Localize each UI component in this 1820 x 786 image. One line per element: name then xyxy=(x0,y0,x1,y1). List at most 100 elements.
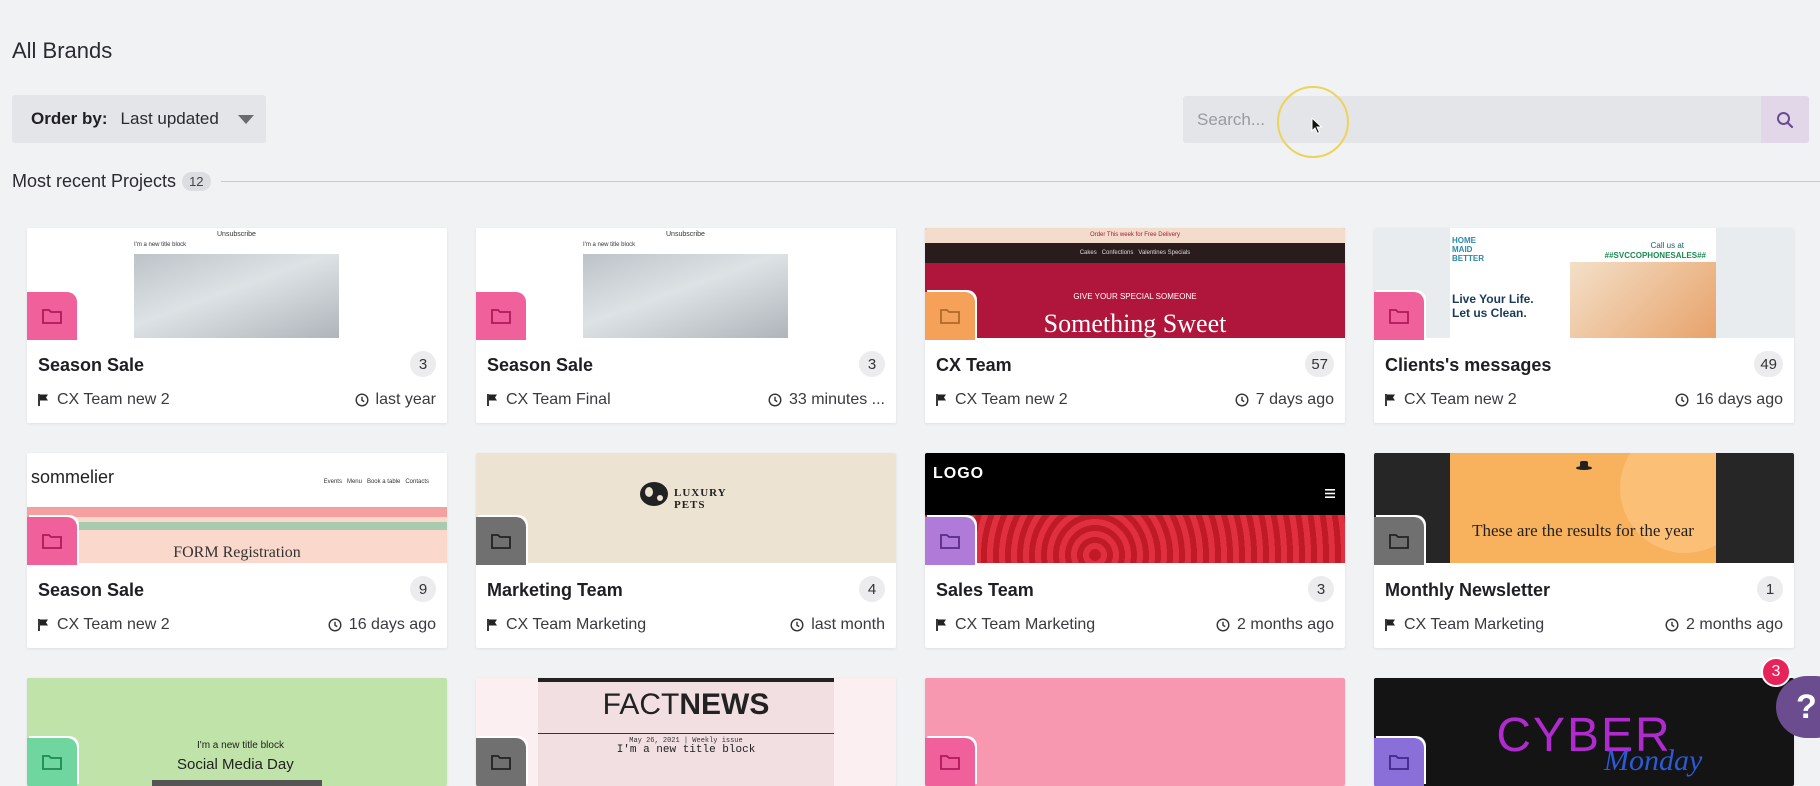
thumb-unsubscribe: Unsubscribe xyxy=(666,231,705,238)
project-updated: 2 months ago xyxy=(1216,616,1334,634)
project-updated: last year xyxy=(355,391,436,409)
project-thumbnail: LUXURY PETS xyxy=(476,453,896,563)
folder-tab xyxy=(27,517,77,565)
project-card[interactable]: HOME MAID BETTER Call us at ##SVCCOPHONE… xyxy=(1374,228,1794,423)
project-item-count: 3 xyxy=(859,351,885,377)
project-title: Marketing Team xyxy=(487,580,623,600)
project-card[interactable]: sommelier Events Menu Book a table Conta… xyxy=(27,453,447,648)
thumb-cyber: CYBER xyxy=(1496,709,1672,762)
thumb-form-reg: FORM Registration xyxy=(173,544,301,561)
thumb-email-body: These are the results for the year xyxy=(1450,453,1716,563)
thumb-logo-text: HOME MAID BETTER xyxy=(1452,236,1484,263)
flag-icon xyxy=(1385,394,1395,406)
thumb-call-us: Call us at xyxy=(1650,241,1684,250)
project-item-count: 57 xyxy=(1305,351,1334,377)
project-thumbnail: These are the results for the year xyxy=(1374,453,1794,563)
thumb-snow-image xyxy=(134,254,339,338)
thumb-sommelier: sommelier xyxy=(31,467,115,487)
search-bar xyxy=(1183,96,1809,143)
project-updated-label: last year xyxy=(375,391,436,408)
project-thumbnail: sommelier Events Menu Book a table Conta… xyxy=(27,453,447,563)
project-updated-label: 16 days ago xyxy=(1695,391,1783,408)
project-team: CX Team new 2 xyxy=(936,391,1068,409)
order-by-dropdown[interactable]: Order by: Last updated xyxy=(12,95,266,143)
project-card[interactable]: Order This week for Free Delivery Cakes … xyxy=(925,228,1345,423)
project-item-count: 1 xyxy=(1757,576,1783,602)
project-thumbnail xyxy=(925,678,1345,786)
thumb-social-media-day: Social Media Day xyxy=(177,756,294,773)
section-divider xyxy=(220,180,1820,182)
project-updated-label: 7 days ago xyxy=(1255,391,1334,408)
folder-tab xyxy=(925,517,975,565)
folder-tab xyxy=(1374,292,1424,340)
flag-icon xyxy=(936,619,946,631)
project-title: Season Sale xyxy=(38,355,145,375)
thumb-monday: Monday xyxy=(1604,744,1703,777)
project-team: CX Team Marketing xyxy=(487,616,646,634)
project-thumbnail: CYBER Monday xyxy=(1374,678,1794,786)
project-item-count: 4 xyxy=(859,576,885,602)
order-by-label: Order by: xyxy=(31,109,108,128)
project-card[interactable] xyxy=(925,678,1345,786)
project-team-label: CX Team Marketing xyxy=(506,616,647,633)
project-updated-label: last month xyxy=(811,616,885,633)
folder-tab xyxy=(476,517,526,565)
project-thumbnail: I'm a new title block Social Media Day xyxy=(27,678,447,786)
folder-icon xyxy=(940,534,960,549)
folder-icon xyxy=(1389,309,1409,324)
thumb-nav-bar: Cakes Confections Valentines Specials xyxy=(925,243,1345,263)
chevron-down-icon xyxy=(238,115,254,124)
project-card[interactable]: CYBER Monday xyxy=(1374,678,1794,786)
project-team-label: CX Team new 2 xyxy=(57,616,170,633)
project-card[interactable]: FACTNEWS May 26, 2021 | Weekly issue I'm… xyxy=(476,678,896,786)
flag-icon xyxy=(1385,619,1395,631)
thumb-unsubscribe: Unsubscribe xyxy=(217,231,256,238)
folder-icon xyxy=(1389,534,1409,549)
notification-badge: 3 xyxy=(1761,657,1791,687)
folder-icon xyxy=(491,309,511,324)
project-team-label: CX Team new 2 xyxy=(955,391,1068,408)
search-input[interactable] xyxy=(1183,96,1761,143)
thumb-delivery-bar: Order This week for Free Delivery xyxy=(925,228,1345,243)
thumb-som-nav: Events Menu Book a table Contacts xyxy=(323,479,429,485)
folder-icon xyxy=(940,309,960,324)
flag-icon xyxy=(487,619,497,631)
project-thumbnail: LOGO xyxy=(925,453,1345,563)
project-card[interactable]: I'm a new title block Social Media Day xyxy=(27,678,447,786)
thumb-factnews: FACTNEWS xyxy=(538,688,834,722)
project-updated: 16 days ago xyxy=(328,616,436,634)
project-item-count: 3 xyxy=(410,351,436,377)
project-updated-label: 2 months ago xyxy=(1237,616,1334,633)
project-card[interactable]: These are the results for the year Month… xyxy=(1374,453,1794,648)
project-team: CX Team Final xyxy=(487,391,611,409)
section-title: Most recent Projects xyxy=(12,170,177,191)
project-card[interactable]: LOGO Sales Team 3 CX Team Marketing 2 mo… xyxy=(925,453,1345,648)
project-card[interactable]: Unsubscribe I'm a new title block Season… xyxy=(476,228,896,423)
project-team-label: CX Team new 2 xyxy=(57,391,170,408)
folder-tab xyxy=(27,738,77,786)
mouse-cursor-icon xyxy=(1311,117,1323,135)
flag-icon xyxy=(38,619,48,631)
folder-icon xyxy=(42,534,62,549)
thumb-phone-tag: ##SVCCOPHONESALES## xyxy=(1604,251,1706,260)
project-team-label: CX Team Marketing xyxy=(1404,616,1545,633)
folder-tab xyxy=(925,292,975,340)
thumb-fact: FACT xyxy=(602,688,680,721)
thumb-email-body: HOME MAID BETTER Call us at ##SVCCOPHONE… xyxy=(1450,228,1716,338)
project-updated: 33 minutes ... xyxy=(768,391,885,409)
thumb-give-special: GIVE YOUR SPECIAL SOMEONE xyxy=(1073,292,1197,301)
thumb-snow-image xyxy=(583,254,788,338)
project-team: CX Team Marketing xyxy=(1385,616,1544,634)
project-card[interactable]: Unsubscribe I'm a new title block Season… xyxy=(27,228,447,423)
folder-icon xyxy=(491,534,511,549)
project-updated: 7 days ago xyxy=(1235,391,1334,409)
search-button[interactable] xyxy=(1761,96,1809,143)
folder-icon xyxy=(42,309,62,324)
page-title: All Brands xyxy=(12,38,113,63)
project-team: CX Team Marketing xyxy=(936,616,1095,634)
project-card[interactable]: LUXURY PETS Marketing Team 4 CX Team Mar… xyxy=(476,453,896,648)
project-thumbnail: HOME MAID BETTER Call us at ##SVCCOPHONE… xyxy=(1374,228,1794,338)
project-item-count: 9 xyxy=(410,576,436,602)
help-icon: ? xyxy=(1796,687,1817,726)
project-updated-label: 33 minutes ... xyxy=(788,391,885,408)
